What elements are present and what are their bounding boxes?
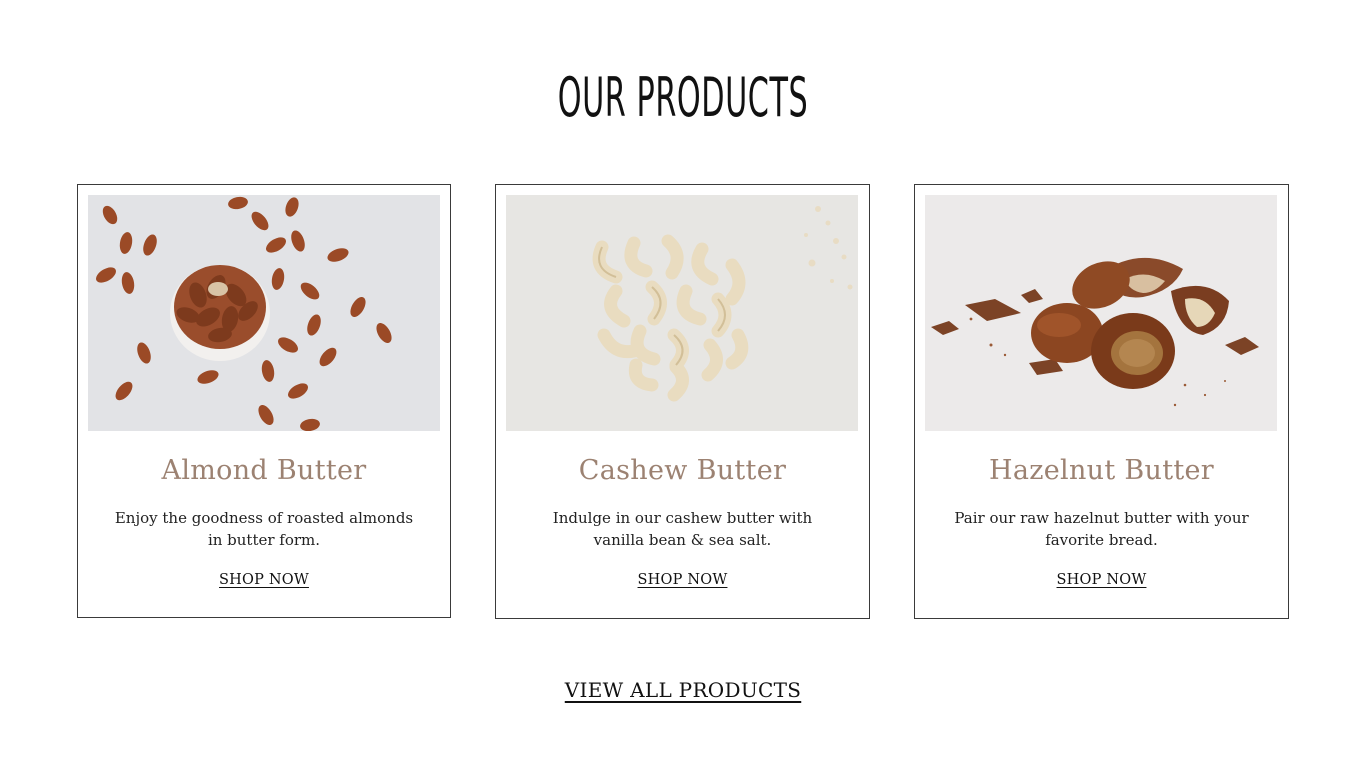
product-title[interactable]: Cashew Butter <box>496 451 869 491</box>
product-card-cashew: Cashew Butter Indulge in our cashew butt… <box>495 184 870 619</box>
product-grid: Almond Butter Enjoy the goodness of roas… <box>0 0 1366 768</box>
shop-now-link[interactable]: SHOP NOW <box>78 569 450 591</box>
shop-now-link[interactable]: SHOP NOW <box>915 569 1288 591</box>
product-title[interactable]: Almond Butter <box>78 451 450 491</box>
view-all-products-link[interactable]: VIEW ALL PRODUCTS <box>0 676 1366 704</box>
hazelnuts-photo[interactable] <box>925 195 1277 431</box>
cashews-photo[interactable] <box>506 195 858 431</box>
shop-now-link[interactable]: SHOP NOW <box>496 569 869 591</box>
product-title[interactable]: Hazelnut Butter <box>915 451 1288 491</box>
product-card-almond: Almond Butter Enjoy the goodness of roas… <box>77 184 451 618</box>
product-description: Enjoy the goodness of roasted almonds in… <box>114 509 414 549</box>
almonds-photo[interactable] <box>88 195 440 431</box>
product-description: Indulge in our cashew butter with vanill… <box>552 509 813 549</box>
product-card-hazelnut: Hazelnut Butter Pair our raw hazelnut bu… <box>914 184 1289 619</box>
product-description: Pair our raw hazelnut butter with your f… <box>954 509 1249 549</box>
